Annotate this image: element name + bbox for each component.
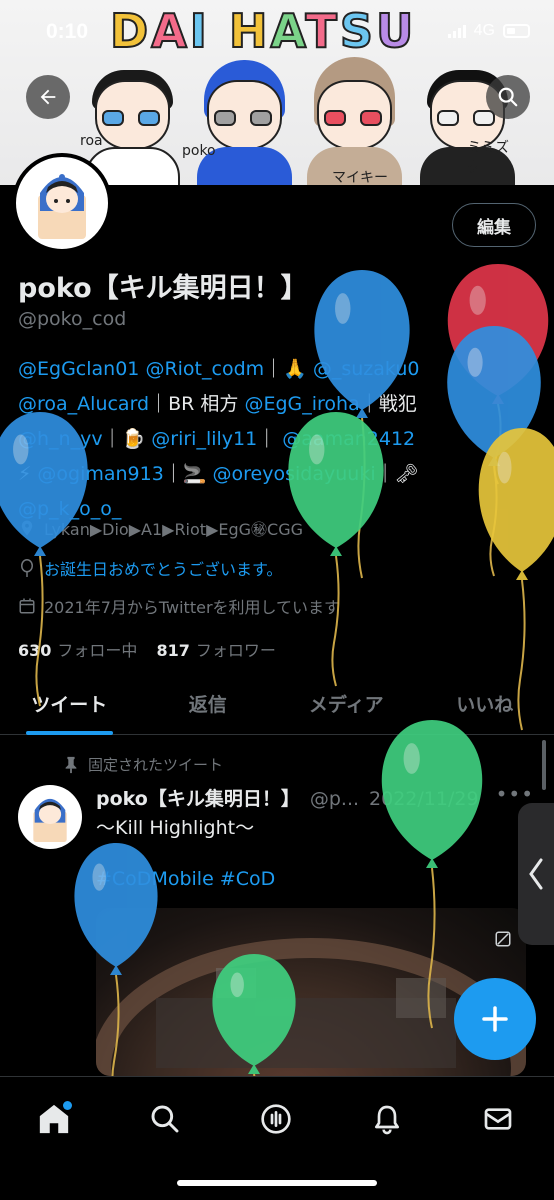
- compose-tweet-button[interactable]: [454, 978, 536, 1060]
- bio-mention-link[interactable]: @ogiman913: [37, 463, 163, 485]
- bio-text: ｜🚬: [163, 463, 213, 485]
- side-panel-handle[interactable]: [518, 803, 554, 945]
- status-bar: 0:10 4G: [0, 0, 554, 60]
- profile-birthday: お誕生日おめでとうございます。: [18, 556, 282, 580]
- edit-profile-button[interactable]: 編集: [452, 203, 536, 247]
- birthday-text: お誕生日おめでとうございます。: [44, 560, 283, 579]
- joined-text: 2021年7月からTwitterを利用しています: [44, 598, 341, 617]
- nav-spaces[interactable]: [256, 1099, 296, 1139]
- bio-mention-link[interactable]: @EgG_iroha: [244, 393, 359, 415]
- location-icon: [21, 520, 33, 536]
- following-label: フォロー中: [57, 641, 138, 660]
- status-time: 0:10: [46, 20, 89, 43]
- tweet-author-name[interactable]: poko【キル集明日！】: [96, 788, 300, 810]
- bio-text: ｜: [257, 428, 283, 450]
- home-indicator[interactable]: [177, 1180, 377, 1186]
- bio-line: ⚡ @ogiman913｜🚬 @oreyosidayuuki｜🗝: [18, 457, 538, 492]
- battery-icon: [503, 24, 530, 38]
- bio-mention-link[interactable]: @oreyosidayuuki: [213, 463, 376, 485]
- tweet-hashtags[interactable]: #CoDMobile #CoD: [96, 868, 275, 890]
- pinned-label: 固定されたツイート: [88, 756, 224, 774]
- search-icon: [151, 1105, 179, 1133]
- banner-character-3: マイキー: [302, 55, 407, 185]
- signal-icon: [447, 24, 466, 38]
- bio-line: @roa_Alucard｜BR 相方 @EgG_iroha｜戦犯: [18, 387, 538, 422]
- search-button[interactable]: [486, 75, 530, 119]
- video-thumbnail: [96, 938, 526, 1076]
- pinned-indicator: 固定されたツイート: [64, 754, 223, 775]
- bio-text: ⚡: [18, 463, 38, 485]
- bio-mention-link[interactable]: @riri_lily11: [151, 428, 257, 450]
- tab-replies[interactable]: 返信: [139, 675, 278, 734]
- balloon-icon: [21, 559, 33, 577]
- mute-icon[interactable]: [494, 930, 512, 948]
- avatar-illustration: [38, 174, 86, 239]
- tweet-date: 2022/11/29: [369, 788, 479, 810]
- bell-icon: [375, 1105, 399, 1135]
- calendar-icon: [19, 598, 35, 614]
- mail-icon: [484, 1108, 512, 1130]
- bio-mention-link[interactable]: @roa_Alucard: [18, 393, 149, 415]
- arrow-left-icon: [40, 89, 56, 105]
- banner-characters: roa poko マイキー ミミズク: [80, 55, 530, 185]
- followers-label: フォロワー: [195, 641, 276, 660]
- tweet-header: poko【キル集明日！】 @p... 2022/11/29: [96, 784, 479, 811]
- character-label: マイキー: [332, 170, 388, 185]
- bio-mention-link[interactable]: @h_n_yv: [18, 428, 103, 450]
- bio-line: @EgGclan01 @Riot_codm｜🙏 @_suzaku0: [18, 352, 538, 387]
- bio-text: ｜BR 相方: [149, 393, 245, 415]
- bio-text: ｜🙏: [264, 358, 313, 380]
- pin-icon: [65, 756, 77, 773]
- following-link[interactable]: 630 フォロー中: [18, 641, 137, 660]
- notification-dot: [63, 1101, 72, 1110]
- profile-joined: 2021年7月からTwitterを利用しています: [18, 594, 340, 618]
- bio-text: ｜🗝: [375, 463, 419, 485]
- bio-mention-link[interactable]: @_suzaku0: [313, 358, 420, 380]
- nav-notifications[interactable]: [367, 1099, 407, 1139]
- bio-line: @h_n_yv｜🍺 @riri_lily11｜ @aaman2412: [18, 422, 538, 457]
- bio-mention-link[interactable]: @aaman2412: [282, 428, 415, 450]
- character-label: roa: [80, 133, 103, 149]
- profile-location: Lykan▶Dio▶A1▶Riot▶EgG㊙CGG: [18, 516, 303, 540]
- bio-mention-link[interactable]: @EgGclan01: [18, 358, 139, 380]
- character-label: poko: [182, 143, 216, 159]
- nav-search[interactable]: [145, 1099, 185, 1139]
- bio-mention-link[interactable]: @Riot_codm: [145, 358, 264, 380]
- profile-avatar[interactable]: [12, 153, 112, 253]
- profile-tabs: ツイート 返信 メディア いいね: [0, 675, 554, 735]
- bio-text: ｜戦犯: [359, 393, 417, 415]
- nav-home[interactable]: [34, 1099, 74, 1139]
- profile-handle: @poko_cod: [18, 308, 127, 330]
- profile-bio: @EgGclan01 @Riot_codm｜🙏 @_suzaku0 @roa_Al…: [18, 352, 538, 527]
- follow-counts: 630 フォロー中 817 フォロワー: [18, 637, 276, 661]
- microphone-icon: [261, 1104, 291, 1134]
- avatar-illustration: [33, 798, 67, 843]
- search-icon: [498, 87, 518, 107]
- network-type: 4G: [473, 22, 495, 39]
- following-count: 630: [18, 641, 52, 660]
- tweet-author-avatar[interactable]: [18, 785, 82, 849]
- back-button[interactable]: [26, 75, 70, 119]
- profile-name: poko【キル集明日！】: [18, 273, 308, 304]
- chevron-left-icon: [529, 858, 543, 890]
- tweet-video[interactable]: [96, 908, 526, 1076]
- tab-tweets[interactable]: ツイート: [0, 675, 139, 735]
- plus-icon: [482, 1006, 508, 1032]
- character-label: ミミズク: [467, 140, 509, 176]
- scrollbar[interactable]: [542, 740, 546, 790]
- followers-link[interactable]: 817 フォロワー: [157, 641, 276, 660]
- tab-likes[interactable]: いいね: [416, 675, 554, 734]
- tab-media[interactable]: メディア: [277, 675, 416, 734]
- followers-count: 817: [156, 641, 190, 660]
- location-text: Lykan▶Dio▶A1▶Riot▶EgG㊙CGG: [44, 520, 304, 539]
- tweet-text: 〜Kill Highlight〜: [96, 817, 255, 839]
- nav-messages[interactable]: [478, 1099, 518, 1139]
- banner-character-2: poko: [182, 55, 297, 185]
- tweet-author-handle: @p...: [309, 788, 360, 810]
- bio-text: ｜🍺: [102, 428, 152, 450]
